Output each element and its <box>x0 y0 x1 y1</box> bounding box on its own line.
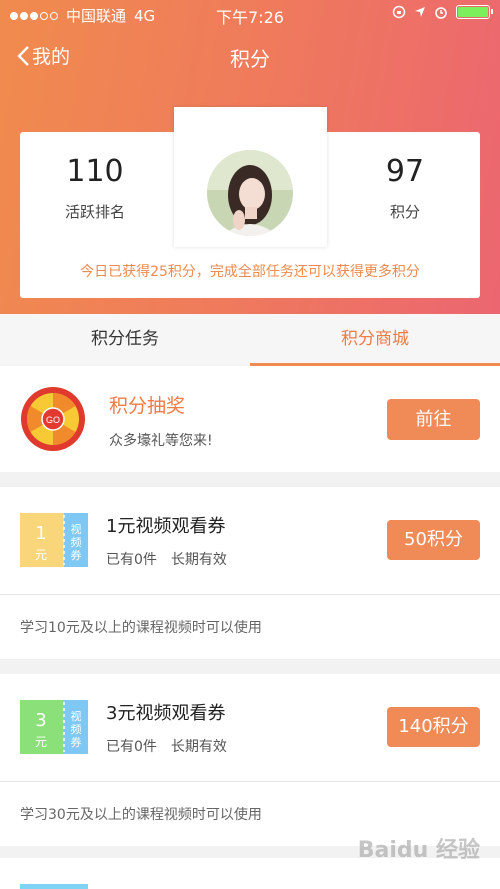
tab-points-tasks[interactable]: 积分任务 <box>0 314 250 366</box>
svg-text:元: 元 <box>35 548 47 562</box>
coupon-icon: 3 元 视 频 券 <box>20 700 88 754</box>
svg-text:3: 3 <box>35 710 46 731</box>
redeem-button[interactable]: 140积分 <box>387 707 480 747</box>
rotation-lock-icon <box>392 5 406 19</box>
points-note: 今日已获得25积分，完成全部任务还可以获得更多积分 <box>80 264 420 280</box>
item-title: 1元视频观看券 <box>106 516 226 537</box>
item-meta: 已有0件 长期有效 <box>106 736 227 756</box>
page-title: 积分 <box>230 47 270 71</box>
divider <box>0 781 500 782</box>
rank-value: 110 <box>66 154 124 189</box>
avatar[interactable] <box>207 150 293 236</box>
svg-text:频: 频 <box>71 722 82 736</box>
alarm-icon <box>435 7 447 19</box>
watermark-logo: Baidu 经验 <box>357 838 480 863</box>
lottery-row: GO 积分抽奖 众多壕礼等您来! 前往 <box>0 366 500 472</box>
list-item: 3 元 视 频 券 3元视频观看券 已有0件 长期有效 140积分 学习30元及以… <box>0 674 500 846</box>
rank-stat: 110 活跃排名 <box>20 154 170 222</box>
item-description: 学习30元及以上的课程视频时可以使用 <box>20 807 262 823</box>
item-title: 3元视频观看券 <box>106 703 226 724</box>
svg-text:GO: GO <box>46 415 60 425</box>
tab-points-mall[interactable]: 积分商城 <box>250 314 500 366</box>
redeem-button[interactable]: 50积分 <box>387 520 480 560</box>
item-meta: 已有0件 长期有效 <box>106 549 227 569</box>
divider <box>0 594 500 595</box>
svg-text:频: 频 <box>71 535 82 549</box>
nav-bar: 我的 积分 <box>0 34 500 78</box>
svg-text:视: 视 <box>71 709 82 723</box>
coupon-icon <box>20 884 88 889</box>
lottery-wheel-icon: GO <box>21 387 85 451</box>
svg-text:元: 元 <box>35 735 47 749</box>
svg-text:视: 视 <box>71 522 82 536</box>
list-item: 1 元 视 频 券 1元视频观看券 已有0件 长期有效 50积分 学习10元及以上… <box>0 487 500 659</box>
item-owned: 已有0件 <box>106 552 157 568</box>
item-validity: 长期有效 <box>170 552 227 568</box>
coupon-icon: 1 元 视 频 券 <box>20 513 88 567</box>
rank-label: 活跃排名 <box>64 203 125 221</box>
item-description: 学习10元及以上的课程视频时可以使用 <box>20 620 262 636</box>
avatar-panel <box>174 107 327 247</box>
go-button[interactable]: 前往 <box>387 399 480 440</box>
status-bar: 中国联通 4G 下午7:26 <box>0 0 500 28</box>
item-owned: 已有0件 <box>106 739 157 755</box>
svg-text:1: 1 <box>35 523 46 544</box>
tab-bar: 积分任务 积分商城 <box>0 314 500 366</box>
svg-text:券: 券 <box>71 735 82 749</box>
lottery-title: 积分抽奖 <box>109 395 186 417</box>
svg-text:券: 券 <box>71 548 82 562</box>
points-stat: 97 积分 <box>330 154 480 222</box>
lottery-subtitle: 众多壕礼等您来! <box>109 433 213 449</box>
points-label: 积分 <box>389 203 420 221</box>
battery-icon <box>456 5 493 19</box>
points-value: 97 <box>385 154 425 189</box>
location-icon <box>415 7 425 17</box>
item-validity: 长期有效 <box>170 739 227 755</box>
